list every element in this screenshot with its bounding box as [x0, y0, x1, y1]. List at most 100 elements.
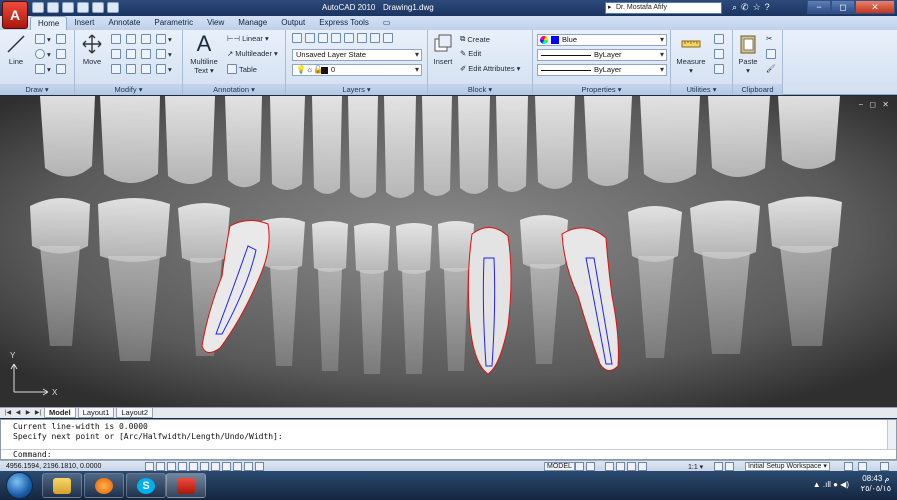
quick-view-drawings-icon[interactable] — [586, 462, 595, 471]
object-snap-tracking-icon[interactable] — [200, 462, 209, 471]
pan-icon[interactable] — [605, 462, 614, 471]
clipboard-panel-label[interactable]: Clipboard — [733, 84, 782, 95]
coordinates-readout[interactable]: 4956.1594, 2196.1810, 0.0000 — [6, 463, 101, 470]
modify-panel-label[interactable]: Modify ▾ — [75, 84, 182, 95]
copy-clip-button[interactable] — [766, 49, 776, 59]
ribbon-minimize-icon[interactable]: ▭ — [376, 16, 398, 30]
id-point-button[interactable] — [714, 49, 724, 59]
last-layout-icon[interactable]: ▶| — [34, 409, 42, 417]
maximize-button[interactable]: ◻ — [831, 0, 855, 14]
calculator-button[interactable] — [714, 64, 724, 74]
layer-lock-icon[interactable] — [383, 33, 393, 43]
rotate-button[interactable] — [111, 34, 121, 44]
first-layout-icon[interactable]: |◀ — [4, 409, 12, 417]
hatch-button[interactable] — [56, 64, 66, 74]
create-block-button[interactable]: ⧉ Create — [460, 34, 490, 44]
application-menu-button[interactable]: A — [2, 1, 28, 29]
taskbar-skype[interactable]: S — [126, 473, 166, 498]
start-button[interactable] — [6, 472, 33, 499]
ellipse-button[interactable]: ▾ — [35, 64, 51, 74]
layer-isolate-icon[interactable] — [331, 33, 341, 43]
quick-properties-icon[interactable] — [244, 462, 253, 471]
tab-output[interactable]: Output — [274, 16, 312, 30]
communication-center-icon[interactable]: ✆ — [741, 2, 749, 13]
clean-screen-icon[interactable] — [858, 462, 867, 471]
tab-layout2[interactable]: Layout2 — [116, 408, 154, 418]
taskbar-explorer[interactable] — [42, 473, 82, 498]
showmotion-icon[interactable] — [638, 462, 647, 471]
undo-icon[interactable] — [77, 2, 89, 13]
annotation-panel-label[interactable]: Annotation ▾ — [183, 84, 285, 95]
tab-parametric[interactable]: Parametric — [147, 16, 200, 30]
linear-dimension-button[interactable]: ⊢⊣ Linear ▾ — [227, 34, 269, 43]
layer-match-icon[interactable] — [318, 33, 328, 43]
tab-annotate[interactable]: Annotate — [101, 16, 147, 30]
fillet-button[interactable] — [126, 49, 136, 59]
table-button[interactable]: Table — [227, 64, 257, 74]
copy-button[interactable]: ▾ — [156, 34, 172, 44]
selection-cycling-icon[interactable] — [255, 462, 264, 471]
steering-wheel-icon[interactable] — [627, 462, 636, 471]
auto-scale-icon[interactable] — [725, 462, 734, 471]
user-info-field[interactable]: Dr. Mostafa Afify — [605, 2, 722, 14]
workspace-switch[interactable]: Initial Setup Workspace ▾ — [745, 462, 830, 471]
mirror-button[interactable] — [111, 49, 121, 59]
grid-display-icon[interactable] — [156, 462, 165, 471]
ortho-mode-icon[interactable] — [167, 462, 176, 471]
paste-button[interactable]: Paste ▾ — [735, 33, 761, 75]
draw-panel-label[interactable]: Draw ▾ — [0, 84, 74, 95]
move-button[interactable]: Move — [79, 33, 105, 66]
annotation-scale-select[interactable]: 1:1 ▾ — [688, 463, 703, 471]
layer-previous-icon[interactable] — [305, 33, 315, 43]
command-scrollbar[interactable] — [887, 420, 896, 450]
rectangle-button[interactable] — [56, 49, 66, 59]
tab-express-tools[interactable]: Express Tools — [312, 16, 376, 30]
insert-block-button[interactable]: Insert — [430, 33, 456, 66]
utilities-panel-label[interactable]: Utilities ▾ — [671, 84, 732, 95]
binoculars-icon[interactable]: ⌕ — [732, 2, 737, 13]
polyline-button[interactable]: ▾ — [35, 34, 51, 44]
next-layout-icon[interactable]: ▶ — [24, 409, 32, 417]
tab-home[interactable]: Home — [30, 16, 68, 30]
block-panel-label[interactable]: Block ▾ — [428, 84, 532, 95]
taskbar-autocad[interactable] — [166, 473, 206, 498]
layer-unisolate-icon[interactable] — [344, 33, 354, 43]
dynamic-input-icon[interactable] — [222, 462, 231, 471]
edit-block-button[interactable]: ✎ Edit — [460, 49, 481, 58]
object-snap-icon[interactable] — [189, 462, 198, 471]
taskbar-media-player[interactable] — [84, 473, 124, 498]
lineweight-icon[interactable] — [233, 462, 242, 471]
save-icon[interactable] — [62, 2, 74, 13]
polar-tracking-icon[interactable] — [178, 462, 187, 471]
layers-panel-label[interactable]: Layers ▾ — [286, 84, 427, 95]
model-space-toggle[interactable]: MODEL — [544, 462, 575, 471]
tab-layout1[interactable]: Layout1 — [77, 408, 115, 418]
extend-button[interactable]: ▾ — [156, 49, 172, 59]
lock-toolbar-icon[interactable] — [844, 462, 853, 471]
taskbar-clock[interactable]: 08:43 م ٢٥/٠٥/١٥ — [861, 474, 891, 494]
trim-button[interactable] — [126, 34, 136, 44]
prev-layout-icon[interactable]: ◀ — [14, 409, 22, 417]
command-line[interactable]: Current line-width is 0.0000 Specify nex… — [0, 419, 897, 460]
match-properties-button[interactable]: 🖌 — [766, 64, 776, 73]
array-button[interactable] — [141, 64, 151, 74]
tab-insert[interactable]: Insert — [67, 16, 101, 30]
tab-manage[interactable]: Manage — [231, 16, 274, 30]
command-input-row[interactable]: Command: — [1, 449, 896, 459]
layer-off-icon[interactable] — [370, 33, 380, 43]
color-select[interactable]: Blue — [537, 34, 667, 46]
quick-view-layouts-icon[interactable] — [575, 462, 584, 471]
circle-button[interactable]: ▾ — [35, 49, 51, 59]
layer-state-select[interactable]: Unsaved Layer State — [292, 49, 422, 61]
quick-calc-button[interactable] — [714, 34, 724, 44]
stretch-button[interactable] — [111, 64, 121, 74]
annotation-visibility-icon[interactable] — [714, 462, 723, 471]
arc-button[interactable] — [56, 34, 66, 44]
multiline-text-button[interactable]: A Multiline Text ▾ — [186, 33, 222, 76]
dynamic-ucs-icon[interactable] — [211, 462, 220, 471]
lineweight-select[interactable]: ByLayer — [537, 49, 667, 61]
edit-attributes-button[interactable]: ✐ Edit Attributes ▾ — [460, 64, 520, 73]
line-button[interactable]: Line — [4, 33, 28, 66]
explode-button[interactable] — [141, 49, 151, 59]
new-file-icon[interactable] — [32, 2, 44, 13]
